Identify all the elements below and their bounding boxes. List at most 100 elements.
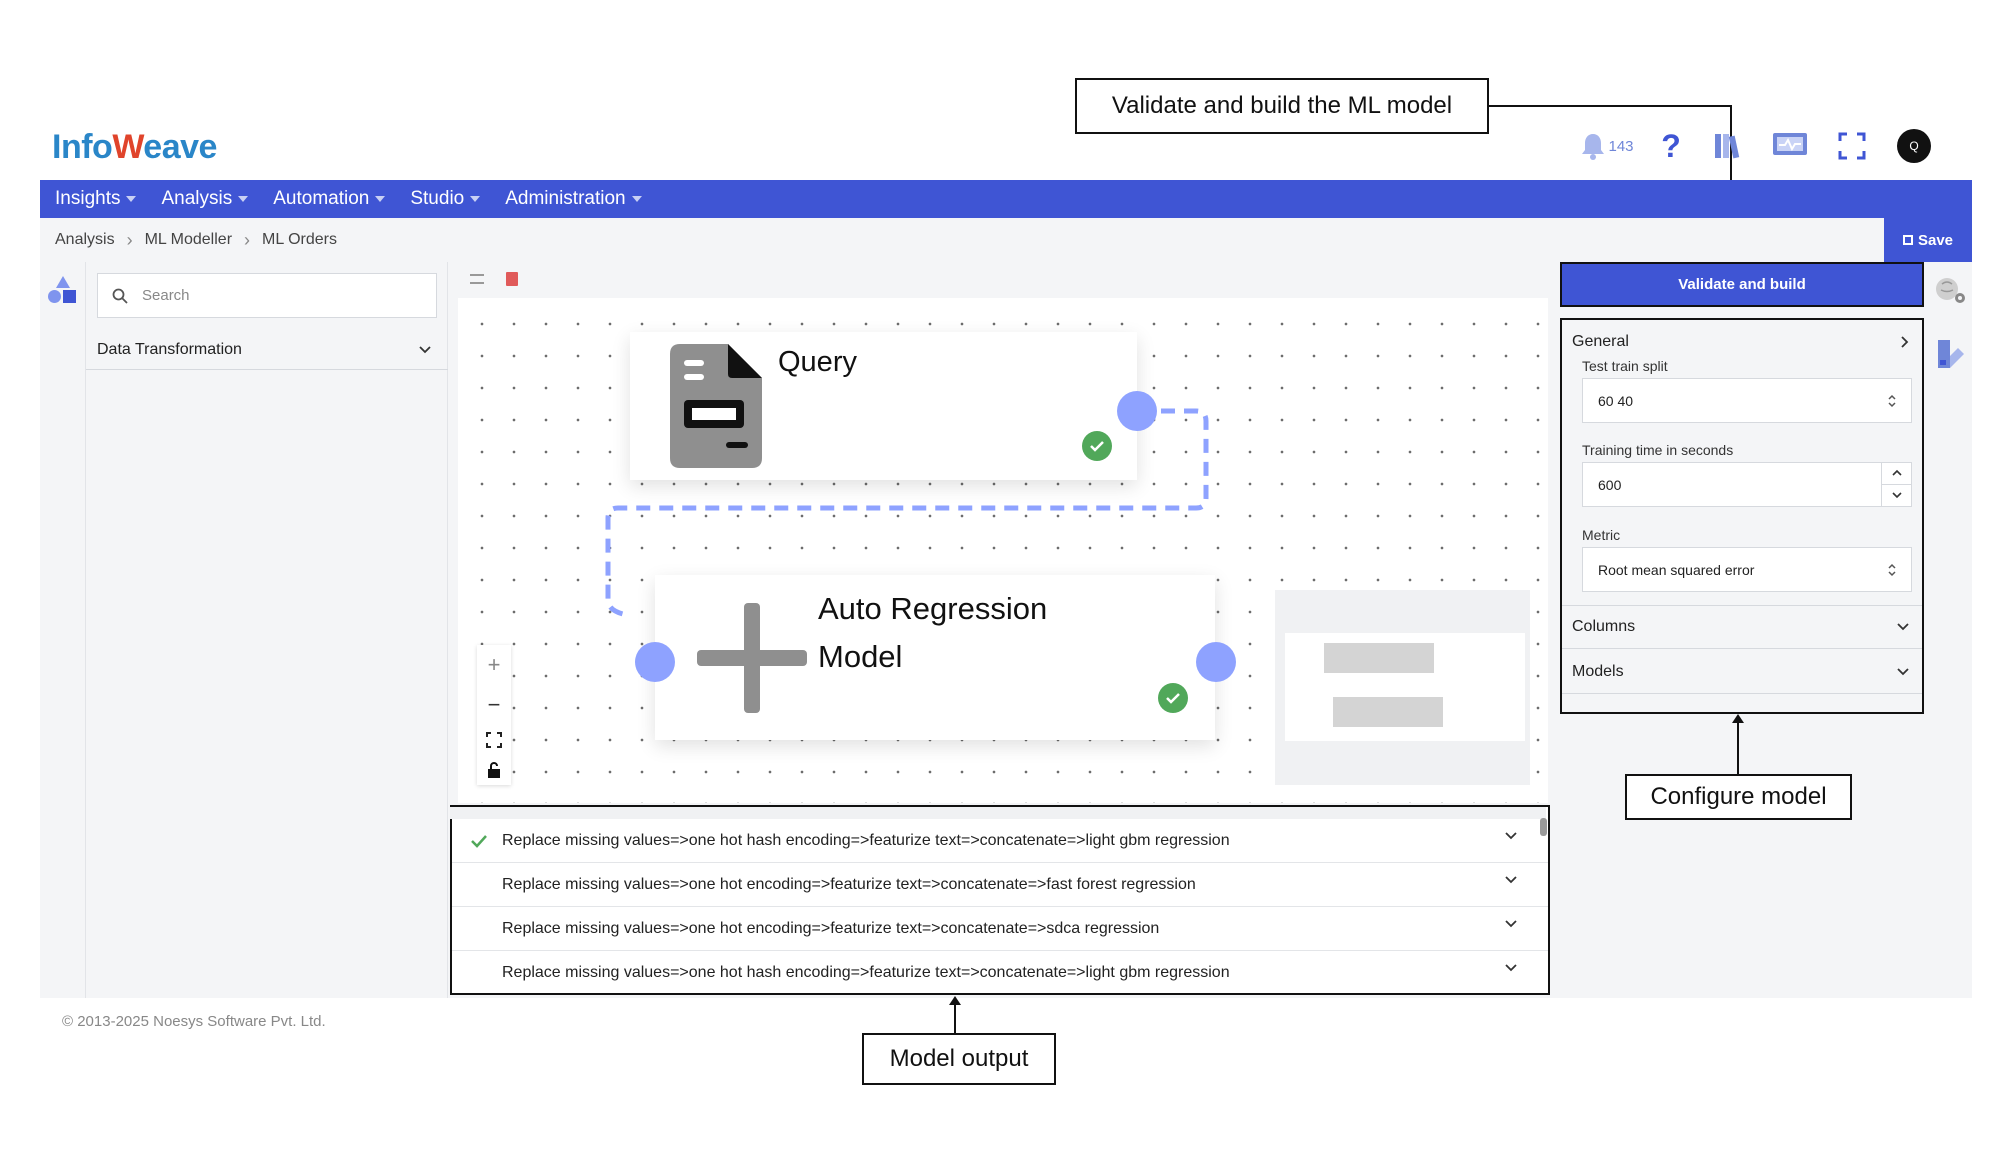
metric-select[interactable]: Root mean squared error: [1582, 547, 1912, 592]
training-time-label: Training time in seconds: [1582, 442, 1734, 458]
sidebar: [86, 262, 448, 998]
chevron-right-icon: ›: [126, 229, 133, 250]
nav-automation[interactable]: Automation: [273, 188, 386, 210]
section-label: Data Transformation: [97, 340, 242, 358]
logo-weave-icon: W: [112, 128, 144, 166]
output-row[interactable]: Replace missing values=>one hot hash enc…: [452, 951, 1548, 995]
chevron-down-icon[interactable]: [1504, 875, 1518, 885]
paint-palette-icon[interactable]: [1936, 338, 1966, 370]
shapes-icon[interactable]: [48, 276, 78, 306]
brain-settings-icon[interactable]: [1934, 276, 1968, 306]
notification-button[interactable]: 143: [1578, 128, 1636, 164]
query-output-port[interactable]: [1117, 391, 1157, 431]
nav-analysis[interactable]: Analysis: [161, 188, 249, 210]
updown-icon: [1888, 394, 1896, 407]
save-label: Save: [1917, 231, 1954, 249]
breadcrumb-item[interactable]: ML Modeller: [145, 231, 232, 249]
save-icon: [1902, 235, 1913, 245]
resize-handle[interactable]: [450, 807, 1546, 819]
annotation-configure: Configure model: [1625, 774, 1852, 820]
chevron-right-icon: ›: [244, 229, 251, 250]
nav-label: Insights: [55, 188, 121, 209]
user-avatar[interactable]: Q: [1896, 128, 1932, 164]
models-label: Models: [1572, 662, 1624, 680]
query-node[interactable]: Query: [630, 332, 1137, 480]
books-icon: [1715, 134, 1740, 159]
caret-down-icon: [126, 196, 137, 202]
general-label: General: [1572, 333, 1629, 350]
annotation-arrow-icon: [1732, 714, 1744, 723]
nav-label: Administration: [505, 188, 626, 209]
models-section-header[interactable]: Models: [1562, 650, 1922, 694]
save-button[interactable]: Save: [1884, 218, 1972, 262]
output-row[interactable]: Replace missing values=>one hot encoding…: [452, 863, 1548, 907]
breadcrumb: Analysis › ML Modeller › ML Orders Save: [40, 218, 1972, 262]
avatar-icon: Q: [1897, 129, 1931, 163]
minimap-viewport: [1285, 633, 1525, 741]
left-rail: [40, 262, 86, 998]
brand-part1: Info: [52, 128, 113, 166]
test-train-split-select[interactable]: 60 40: [1582, 378, 1912, 423]
brand-part2: eave: [143, 128, 217, 166]
zoom-out-button[interactable]: −: [488, 692, 501, 718]
query-node-title: Query: [778, 346, 857, 378]
zoom-in-button[interactable]: +: [488, 652, 501, 678]
brand-logo: InfoWeave: [52, 128, 217, 167]
annotation-line: [954, 1004, 956, 1034]
stepper-buttons: [1881, 463, 1912, 506]
search-placeholder: Search: [142, 287, 190, 304]
test-train-split-label: Test train split: [1582, 358, 1668, 374]
collapse-icon[interactable]: [470, 274, 484, 284]
updown-icon: [1888, 563, 1896, 576]
zoom-controls: + −: [477, 645, 511, 785]
help-button[interactable]: ?: [1658, 128, 1684, 164]
chevron-down-icon[interactable]: [1504, 919, 1518, 929]
metric-label: Metric: [1582, 527, 1621, 543]
library-button[interactable]: [1710, 128, 1746, 164]
chevron-right-icon: [1901, 336, 1909, 348]
data-transformation-section[interactable]: Data Transformation: [86, 330, 448, 370]
columns-label: Columns: [1572, 618, 1636, 635]
search-input[interactable]: Search: [97, 273, 437, 318]
auto-regression-node[interactable]: Auto Regression Model: [655, 575, 1215, 740]
chevron-down-icon[interactable]: [1504, 831, 1518, 841]
caret-down-icon: [375, 196, 386, 202]
chevron-down-icon[interactable]: [1891, 491, 1903, 499]
test-train-split-value: 60 40: [1598, 392, 1634, 409]
validate-and-build-button[interactable]: Validate and build: [1560, 262, 1924, 307]
delete-icon[interactable]: [506, 272, 518, 286]
chevron-down-icon[interactable]: [1504, 963, 1518, 973]
caret-down-icon: [238, 196, 249, 202]
monitor-button[interactable]: [1770, 128, 1810, 164]
fullscreen-button[interactable]: [1836, 128, 1868, 164]
caret-down-icon: [631, 196, 642, 202]
check-icon: [471, 834, 487, 848]
minimap-node: [1333, 697, 1443, 727]
lock-icon[interactable]: [487, 762, 501, 778]
nav-insights[interactable]: Insights: [55, 188, 137, 210]
output-row-text: Replace missing values=>one hot hash enc…: [502, 831, 1230, 849]
chevron-up-icon[interactable]: [1891, 469, 1903, 477]
chevron-down-icon: [1897, 623, 1909, 631]
auto-regression-input-port[interactable]: [635, 642, 675, 682]
auto-regression-output-port[interactable]: [1196, 642, 1236, 682]
main-nav: Insights Analysis Automation Studio Admi…: [40, 180, 1972, 218]
columns-section-header[interactable]: Columns: [1562, 605, 1922, 649]
nav-administration[interactable]: Administration: [505, 188, 642, 210]
monitor-icon: [1773, 133, 1807, 155]
auto-regression-title-line1: Auto Regression: [818, 591, 1048, 626]
output-row[interactable]: Replace missing values=>one hot hash enc…: [452, 819, 1548, 863]
fullscreen-icon: [1838, 132, 1866, 160]
bell-icon: [1582, 134, 1605, 160]
nav-studio[interactable]: Studio: [410, 188, 481, 210]
output-row-text: Replace missing values=>one hot encoding…: [502, 875, 1196, 893]
nav-label: Analysis: [161, 188, 233, 209]
training-time-stepper[interactable]: 600: [1582, 462, 1912, 507]
chevron-down-icon: [419, 345, 431, 353]
output-row[interactable]: Replace missing values=>one hot encoding…: [452, 907, 1548, 951]
copyright-text: © 2013-2025 Noesys Software Pvt. Ltd.: [62, 1013, 326, 1030]
breadcrumb-item[interactable]: Analysis: [55, 231, 115, 249]
fit-view-icon[interactable]: [486, 732, 502, 748]
minimap-node: [1324, 643, 1434, 673]
document-icon: [670, 344, 762, 468]
